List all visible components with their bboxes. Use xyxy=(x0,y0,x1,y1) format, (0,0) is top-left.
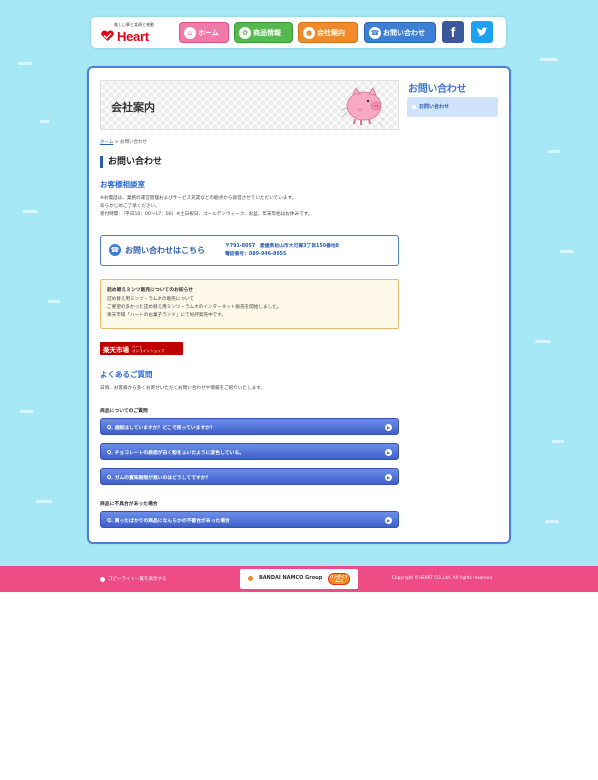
arrow-right-icon: ▶ xyxy=(385,424,392,431)
notice-line: 詰め替え用ミンツ・ラムネの販売について xyxy=(107,297,195,302)
faq-intro: 日頃、お客様から多くお寄せいただくお問い合わせや情報をご紹介いたします。 xyxy=(100,386,265,391)
mascot-pig-illustration xyxy=(340,87,385,126)
cloud-decoration xyxy=(18,62,32,65)
cloud-decoration xyxy=(22,210,38,213)
faq-question-button[interactable]: Q. 通販はしていますか？どこで売っていますか？ ▶ xyxy=(100,418,399,435)
heart-logo-icon xyxy=(101,30,114,41)
cloud-decoration xyxy=(535,340,551,343)
faq-question-text: Q. ガムの賞味期限が無いのはどうしてですか？ xyxy=(107,476,211,481)
notice-line: 楽天市場「ハートのお菓子ランド」にて好評発売中です。 xyxy=(107,313,226,318)
contact-info-box[interactable]: ☎ お問い合わせはこちら 〒791-8057 愛媛県松山市大可賀3丁目150番地… xyxy=(100,235,399,266)
phone-icon: ☎ xyxy=(369,26,381,39)
arrow-right-icon: ▶ xyxy=(385,449,392,456)
faq-question-text: Q. 通販はしていますか？どこで売っていますか？ xyxy=(107,426,215,431)
contact-address: 〒791-8057 愛媛県松山市大可賀3丁目150番地8 電話番号：089-94… xyxy=(225,243,339,259)
nav-home-label: ホーム xyxy=(198,28,219,37)
cloud-decoration xyxy=(560,250,574,253)
rakuten-subtitle: ハート オンラインショップ xyxy=(132,345,164,353)
contact-phone-line: 電話番号：089-946-8955 xyxy=(225,252,287,257)
refill-notice-box: 詰め替えミンツ販売についてのお知らせ 詰め替え用ミンツ・ラムネの販売について ご… xyxy=(100,279,399,329)
faq-question-button[interactable]: Q. 買ったばかりの商品になんらかの不都合があった場合 ▶ xyxy=(100,511,399,528)
sidebar-item-label: お問い合わせ xyxy=(419,104,450,110)
customer-support-line: ※お電話は、業務の運営管理およびサービス充実などの観点から録音させていただいてい… xyxy=(100,196,297,201)
customer-support-line: 受付時間：（平日10：00～17：00）※土日祝日、ゴールデンウィーク、お盆、年… xyxy=(100,212,313,217)
nav-contact-button[interactable]: ☎ お問い合わせ xyxy=(364,22,436,43)
logo-wordmark: Heart xyxy=(117,29,149,44)
breadcrumb-current: お問い合わせ xyxy=(120,140,148,145)
customer-support-heading: お客様相談室 xyxy=(100,180,145,189)
contact-cta-text: お問い合わせはこちら xyxy=(125,246,205,255)
sidebar-heading: お問い合わせ xyxy=(408,84,467,95)
nav-products-button[interactable]: ✿ 商品情報 xyxy=(234,22,293,43)
footer-bar: コピーライト一覧を表示する BANDAI NAMCO Group バンダイナムコ… xyxy=(0,566,598,592)
page-banner: 会社案内 xyxy=(100,80,399,130)
footer-link-label: コピーライト一覧を表示する xyxy=(108,577,167,582)
faq-question-text: Q. 買ったばかりの商品になんらかの不都合があった場合 xyxy=(107,519,230,524)
contact-address-line: 〒791-8057 愛媛県松山市大可賀3丁目150番地8 xyxy=(225,244,339,249)
rakuten-shop-banner[interactable]: 楽天市場 ハート オンラインショップ xyxy=(100,342,183,355)
site-logo[interactable]: 美しい夢と笑顔と感動 Heart xyxy=(100,22,162,44)
product-icon: ✿ xyxy=(239,26,251,39)
twitter-bird-icon xyxy=(476,26,488,36)
footer-copyright-list-link[interactable]: コピーライト一覧を表示する xyxy=(100,576,167,582)
cloud-decoration xyxy=(545,520,559,523)
arrow-right-icon: ▶ xyxy=(385,517,392,524)
nav-products-label: 商品情報 xyxy=(253,28,281,37)
bullet-icon xyxy=(412,105,416,109)
faq-heading: よくあるご質問 xyxy=(100,370,153,379)
rakuten-sub-bottom: オンラインショップ xyxy=(132,348,165,353)
banner-title: 会社案内 xyxy=(111,101,155,114)
facebook-icon[interactable]: f xyxy=(442,21,464,43)
cloud-decoration xyxy=(548,150,560,153)
nav-company-label: 会社案内 xyxy=(317,28,345,37)
faq-category-title: 商品に不具合があった場合 xyxy=(100,502,158,507)
nav-contact-label: お問い合わせ xyxy=(383,28,425,37)
breadcrumb: ホーム > お問い合わせ xyxy=(100,139,147,145)
cloud-decoration xyxy=(552,440,564,443)
footer-copyright: Copyright ©HEART CO.,Ltd. All rights res… xyxy=(392,576,494,581)
bandai-namco-group-badge[interactable]: BANDAI NAMCO Group バンダイナムコ xyxy=(240,569,358,589)
cloud-decoration xyxy=(48,300,60,303)
customer-support-line: あらかじめご了承ください。 xyxy=(100,204,160,209)
bullet-icon xyxy=(100,576,105,582)
bullet-icon xyxy=(248,576,253,581)
notice-title: 詰め替えミンツ販売についてのお知らせ xyxy=(107,288,194,293)
group-text: BANDAI NAMCO Group xyxy=(259,575,323,581)
faq-question-button[interactable]: Q. ガムの賞味期限が無いのはどうしてですか？ ▶ xyxy=(100,468,399,485)
nav-home-button[interactable]: ⌂ ホーム xyxy=(179,22,229,43)
sidebar-item-contact[interactable]: お問い合わせ xyxy=(407,97,498,117)
faq-question-text: Q. チョコレートの表面が白く粉をふいたように変色している。 xyxy=(107,451,244,456)
faq-category-title: 商品についてのご質問 xyxy=(100,409,148,414)
faq-question-button[interactable]: Q. チョコレートの表面が白く粉をふいたように変色している。 ▶ xyxy=(100,443,399,460)
cloud-decoration xyxy=(540,58,558,61)
cloud-decoration xyxy=(36,500,52,503)
twitter-icon[interactable] xyxy=(471,21,493,43)
rakuten-name: 楽天市場 xyxy=(103,345,129,354)
header-nav-bar: 美しい夢と笑顔と感動 Heart ⌂ ホーム ✿ 商品情報 ● 会社案内 ☎ お… xyxy=(91,17,506,48)
notice-line: ご要望の多かった詰め替え用ミンツ・ラムネのインターネット販売を開始しました。 xyxy=(107,305,282,310)
breadcrumb-home-link[interactable]: ホーム xyxy=(100,140,113,145)
phone-icon: ☎ xyxy=(109,244,121,256)
page-title: お問い合わせ xyxy=(100,156,162,168)
logo-tagline: 美しい夢と笑顔と感動 xyxy=(114,22,154,27)
company-icon: ● xyxy=(303,26,315,39)
bandai-namco-logo: バンダイナムコ xyxy=(328,573,350,585)
nav-company-button[interactable]: ● 会社案内 xyxy=(298,22,358,43)
home-icon: ⌂ xyxy=(184,26,196,39)
cloud-decoration xyxy=(40,120,50,123)
cloud-decoration xyxy=(20,410,34,413)
arrow-right-icon: ▶ xyxy=(385,474,392,481)
